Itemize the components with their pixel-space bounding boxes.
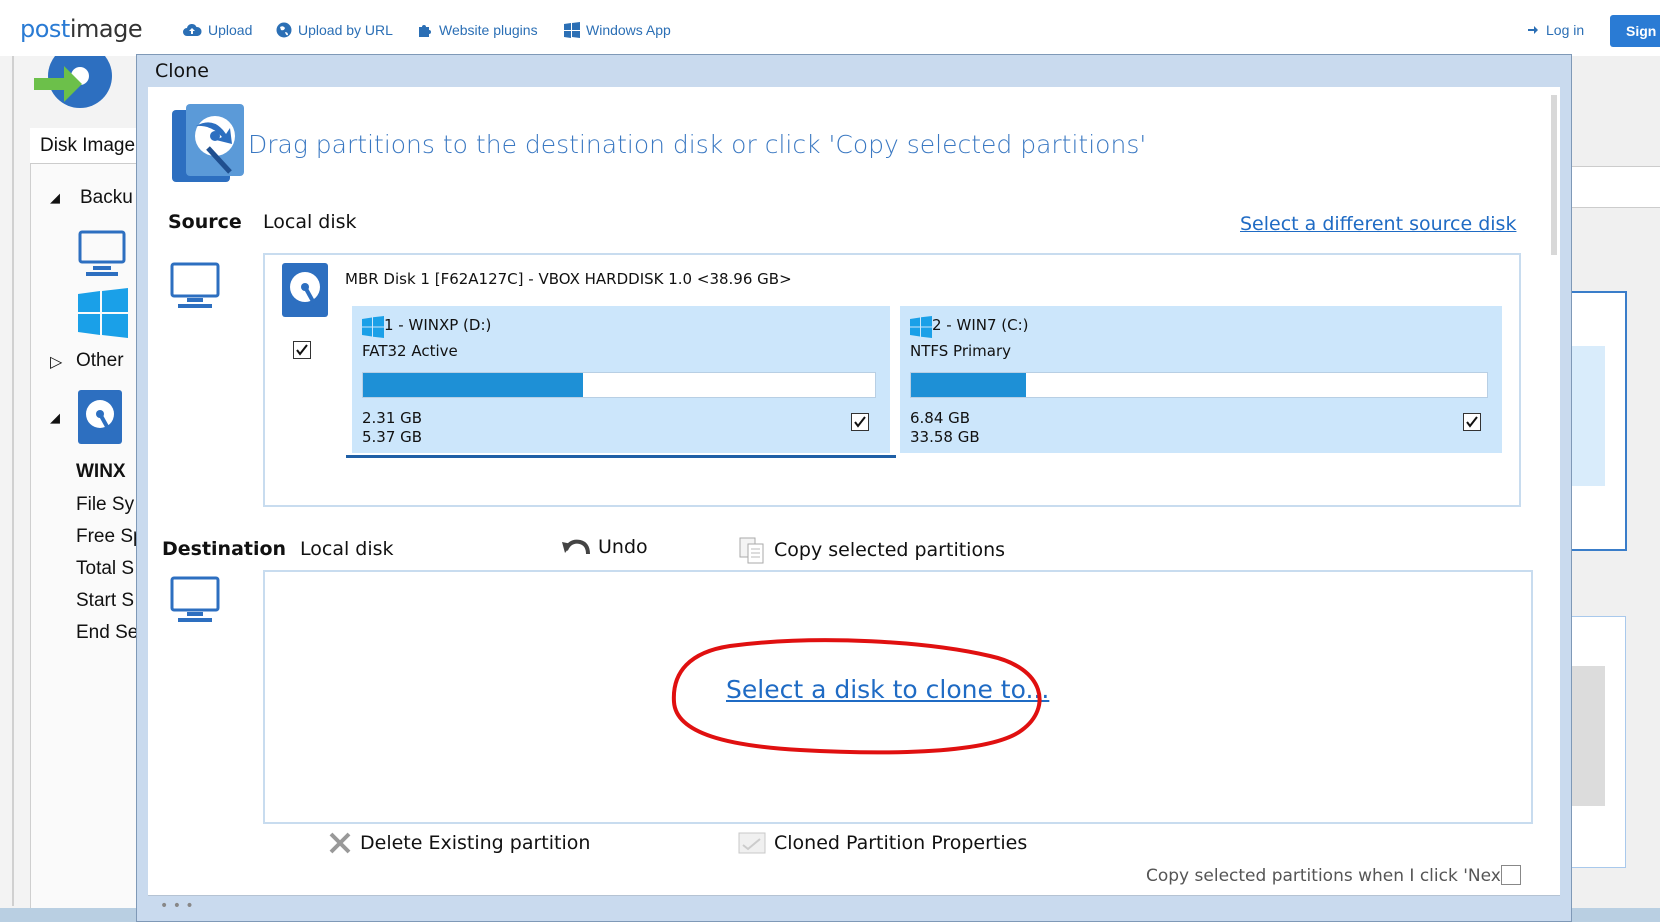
expand-arrow-icon[interactable]: ◢	[50, 190, 60, 206]
partition-usage-bar	[362, 372, 876, 398]
background-scroll-strip	[12, 56, 14, 906]
upload-link[interactable]: Upload	[182, 22, 252, 38]
windows-logo-icon	[78, 288, 128, 338]
partition-usage-bar	[910, 372, 1488, 398]
select-different-source-link[interactable]: Select a different source disk	[1240, 213, 1516, 235]
copy-on-next-label: Copy selected partitions when I click 'N…	[1146, 866, 1513, 886]
disk-icon	[78, 390, 122, 444]
checkmark-icon	[854, 416, 866, 428]
copy-selected-partitions-button[interactable]: Copy selected partitions	[738, 536, 1005, 564]
partition-fs: FAT32 Active	[362, 342, 458, 360]
postimage-logo[interactable]: postimage	[20, 15, 143, 43]
globe-icon	[276, 22, 292, 38]
background-partition-2	[1570, 666, 1605, 806]
windows-app-link[interactable]: Windows App	[564, 22, 671, 38]
login-link[interactable]: Log in	[1528, 22, 1584, 38]
windows-logo-icon	[910, 316, 932, 338]
delete-x-icon	[329, 832, 351, 854]
checkmark-icon	[296, 344, 308, 356]
tree-item-winxp[interactable]: WINX	[76, 461, 126, 483]
computer-icon	[78, 230, 126, 276]
cloned-partition-properties-button[interactable]: Cloned Partition Properties	[738, 831, 1027, 855]
partition-usage-fill	[363, 373, 584, 397]
partition-selected-indicator	[346, 455, 896, 458]
source-disk-icon	[282, 263, 328, 317]
partition-checkbox[interactable]	[1463, 413, 1481, 431]
upload-by-url-link[interactable]: Upload by URL	[276, 22, 393, 38]
source-computer-icon	[170, 262, 220, 308]
partition-checkbox[interactable]	[851, 413, 869, 431]
partition-usage-fill	[911, 373, 1027, 397]
undo-icon	[562, 539, 590, 555]
destination-computer-icon	[170, 576, 220, 622]
prop-end-sector: End Se	[76, 622, 139, 643]
tree-item-backup[interactable]: Backu	[80, 187, 133, 209]
more-indicator: • • •	[160, 898, 194, 914]
checkmark-icon	[1466, 416, 1478, 428]
background-partition	[1570, 346, 1605, 486]
destination-label: Destination	[162, 538, 287, 560]
prop-total-size: Total S	[76, 558, 135, 579]
partition-winxp[interactable]: 1 - WINXP (D:) FAT32 Active 2.31 GB 5.37…	[352, 306, 890, 453]
partition-name: 1 - WINXP (D:)	[384, 316, 492, 334]
source-disk-title: MBR Disk 1 [F62A127C] - VBOX HARDDISK 1.…	[345, 270, 792, 288]
dialog-title: Clone	[155, 60, 209, 82]
partition-win7[interactable]: 2 - WIN7 (C:) NTFS Primary 6.84 GB 33.58…	[900, 306, 1502, 453]
tree-item-other[interactable]: Other	[76, 350, 124, 372]
prop-file-system: File Sy	[76, 494, 135, 515]
source-label: Source	[168, 211, 242, 233]
windows-icon	[564, 22, 580, 38]
clone-disk-icon	[172, 104, 244, 182]
partition-used: 2.31 GB	[362, 409, 423, 427]
background-app-right	[1570, 56, 1660, 922]
sign-in-icon	[1528, 26, 1538, 34]
website-plugins-link[interactable]: Website plugins	[417, 22, 538, 38]
background-toolbar	[1570, 166, 1660, 208]
puzzle-icon	[419, 25, 431, 37]
cloud-upload-icon	[183, 23, 202, 36]
copy-icon	[739, 537, 764, 564]
properties-icon	[738, 832, 766, 854]
destination-kind: Local disk	[300, 538, 394, 560]
dialog-instruction: Drag partitions to the destination disk …	[248, 130, 1147, 159]
app-logo-icon	[34, 56, 112, 108]
source-disk-checkbox[interactable]	[293, 341, 311, 359]
red-annotation-circle	[671, 638, 1042, 755]
prop-start-sector: Start S	[76, 590, 135, 611]
partition-total: 33.58 GB	[910, 428, 980, 446]
windows-logo-icon	[362, 316, 384, 338]
partition-used: 6.84 GB	[910, 409, 971, 427]
partition-total: 5.37 GB	[362, 428, 423, 446]
disk-image-tab[interactable]: Disk Image	[30, 128, 140, 164]
partition-name: 2 - WIN7 (C:)	[932, 316, 1029, 334]
expand-arrow-icon[interactable]: ◢	[50, 410, 60, 426]
collapse-arrow-icon[interactable]: ▷	[50, 352, 62, 372]
dialog-footer-separator	[148, 895, 1560, 896]
delete-existing-partition-button[interactable]: Delete Existing partition	[328, 831, 590, 855]
dialog-scrollbar[interactable]	[1551, 95, 1557, 255]
prop-free-space: Free Sp	[76, 526, 144, 547]
undo-button[interactable]: Undo	[562, 536, 648, 558]
copy-on-next-checkbox[interactable]	[1501, 865, 1521, 885]
source-kind: Local disk	[263, 211, 357, 233]
signup-button[interactable]: Sign u	[1610, 15, 1660, 47]
partition-fs: NTFS Primary	[910, 342, 1012, 360]
browser-header: postimage Upload Upload by URL Website p…	[0, 0, 1660, 57]
